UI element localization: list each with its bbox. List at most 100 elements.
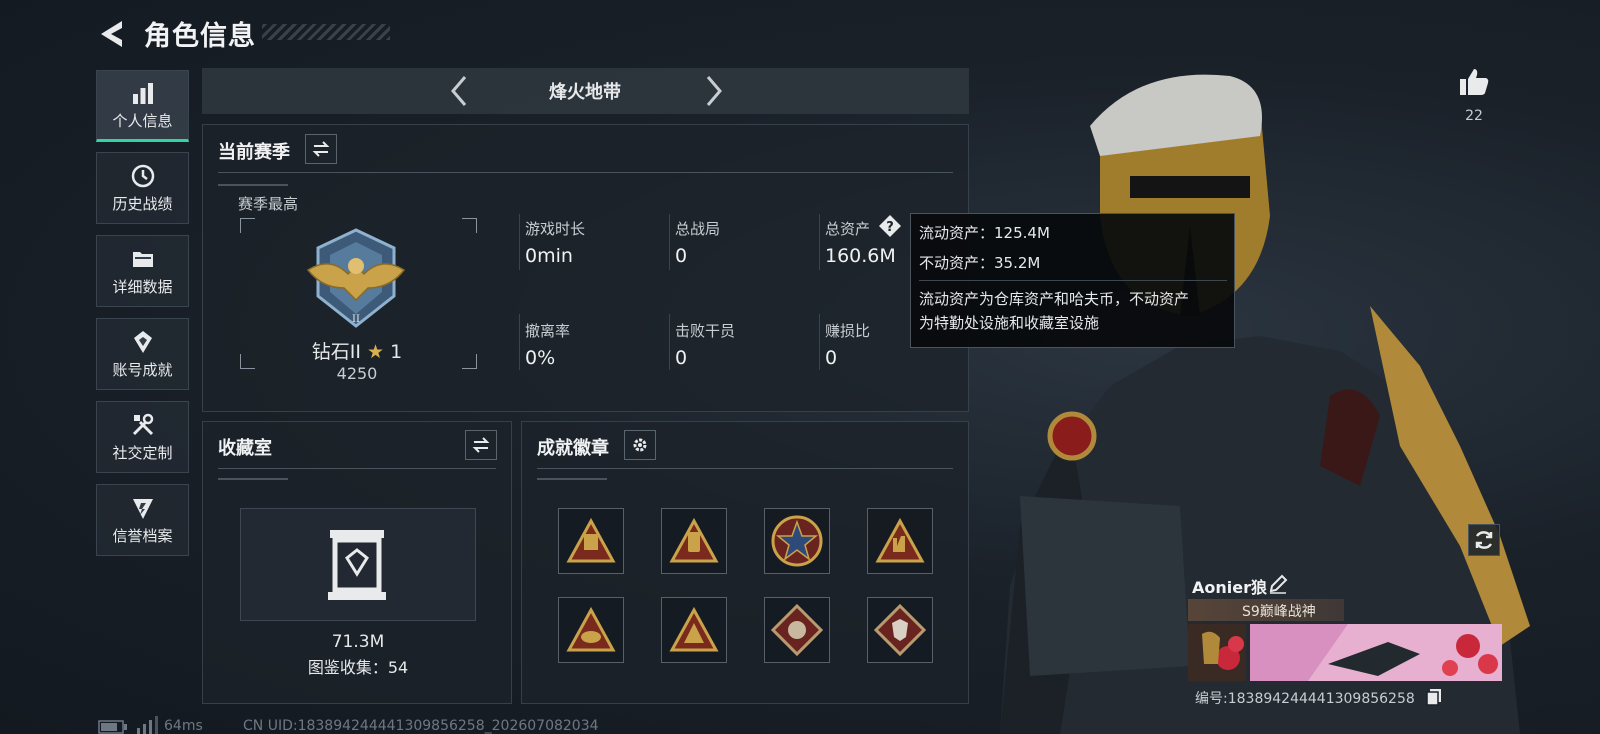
copy-icon[interactable] (1426, 688, 1442, 706)
achievement-badge[interactable] (867, 508, 933, 574)
switch-season-button[interactable] (305, 134, 337, 164)
nav-item-social-custom[interactable]: 社交定制 (96, 401, 189, 473)
stat-extraction-rate-label: 撤离率 (525, 322, 571, 340)
achievement-badge[interactable] (558, 597, 624, 663)
thumbs-up-icon[interactable] (1458, 66, 1490, 98)
achievement-badge[interactable] (764, 597, 830, 663)
tooltip-description-line2: 为特勤处设施和收藏室设施 (919, 314, 1100, 332)
gear-icon (633, 438, 647, 452)
badge-triangle-icon (669, 518, 719, 563)
badge-triangle-icon (566, 518, 616, 563)
frame-corner (240, 354, 255, 369)
rank-score: 4250 (336, 364, 378, 383)
nav-item-detailed-data[interactable]: 详细数据 (96, 235, 189, 307)
stat-playtime-value: 0min (525, 245, 573, 267)
signal-icon (137, 716, 158, 734)
decor-line (218, 184, 288, 186)
achievement-badge[interactable] (558, 508, 624, 574)
stat-separator (819, 314, 820, 370)
page-title: 角色信息 (144, 21, 256, 52)
stat-total-assets-label: 总资产 (825, 220, 871, 238)
stat-separator (669, 214, 670, 270)
achievement-badge[interactable] (764, 508, 830, 574)
assets-help-icon[interactable]: ? (878, 214, 902, 238)
collection-divider (218, 468, 496, 469)
stat-separator (669, 314, 670, 370)
battery-icon (98, 720, 127, 734)
tooltip-description-line1: 流动资产为仓库资产和哈夫币，不动资产 (919, 290, 1190, 308)
stat-extraction-rate-value: 0% (525, 347, 556, 369)
back-arrow-icon[interactable] (96, 18, 126, 50)
rank-star-icon: ★ (367, 341, 385, 363)
collection-index: 图鉴收集：54 (307, 658, 409, 677)
achievement-badge[interactable] (661, 597, 727, 663)
title-decoration (262, 24, 390, 40)
tooltip-fixed-assets: 不动资产：35.2M (919, 254, 1041, 272)
mode-title: 烽火地带 (549, 82, 621, 103)
badge-triangle-icon (875, 518, 925, 563)
bar-chart-icon (132, 82, 153, 104)
achievement-icon (133, 330, 152, 353)
collection-value: 71.3M (331, 632, 385, 652)
next-mode-arrow-icon[interactable] (700, 74, 726, 108)
stat-separator (519, 314, 520, 370)
stat-total-matches-value: 0 (675, 245, 688, 267)
badge-star-icon (771, 515, 823, 567)
edit-name-icon[interactable] (1268, 574, 1288, 594)
stat-profit-ratio-value: 0 (825, 347, 838, 369)
player-name: Aonier狼 (1192, 578, 1267, 597)
nav-item-achievements[interactable]: 账号成就 (96, 318, 189, 390)
switch-collection-button[interactable] (465, 430, 497, 460)
svg-text:II: II (352, 314, 360, 325)
achievement-badge[interactable] (661, 508, 727, 574)
nav-item-credit-record[interactable]: 信誉档案 (96, 484, 189, 556)
nav-item-personal-info[interactable]: 个人信息 (96, 70, 189, 142)
folder-icon (132, 251, 153, 267)
nav-label: 历史战绩 (112, 194, 173, 213)
credit-icon (132, 498, 153, 519)
history-icon (131, 164, 154, 187)
rank-emblem-icon: II (306, 228, 406, 328)
nav-item-history[interactable]: 历史战绩 (96, 152, 189, 224)
stat-kills-label: 击败干员 (675, 322, 736, 340)
season-best-label: 赛季最高 (238, 195, 299, 213)
stat-separator (519, 214, 520, 270)
refresh-button[interactable] (1468, 524, 1500, 556)
tooltip-divider (919, 280, 1227, 281)
badge-triangle-icon (566, 607, 616, 652)
swap-icon (312, 141, 330, 157)
player-tag: S9巅峰战神 (1242, 604, 1316, 620)
player-id: 编号:1838942444413098562​58 (1195, 691, 1415, 707)
tools-icon (132, 413, 153, 435)
stat-total-assets-value: 160.6M (825, 245, 896, 267)
decor-line (537, 478, 607, 480)
stat-playtime-label: 游戏时长 (525, 220, 586, 238)
ping-value: 64ms (164, 718, 203, 734)
season-divider (218, 172, 953, 173)
frame-corner (462, 354, 477, 369)
nav-label: 社交定制 (112, 443, 173, 462)
nav-label: 详细数据 (112, 277, 173, 296)
nav-label: 信誉档案 (112, 526, 173, 545)
swap-icon (472, 437, 490, 453)
achievement-badge[interactable] (867, 597, 933, 663)
tooltip-liquid-assets: 流动资产：125.4M (919, 224, 1050, 242)
frame-corner (462, 218, 477, 233)
badge-triangle-icon (669, 607, 719, 652)
stat-total-matches-label: 总战局 (675, 220, 721, 238)
badge-diamond-icon (873, 603, 927, 657)
nav-label: 个人信息 (112, 111, 173, 130)
player-banner-image (1188, 624, 1502, 681)
achievements-settings-button[interactable] (624, 430, 656, 460)
season-title: 当前赛季 (218, 142, 290, 163)
display-case-icon (328, 530, 386, 600)
decor-line (218, 478, 288, 480)
collection-title: 收藏室 (218, 438, 272, 459)
nav-label: 账号成就 (112, 360, 173, 379)
stat-profit-ratio-label: 赚损比 (825, 322, 871, 340)
stat-kills-value: 0 (675, 347, 688, 369)
rank-name: 钻石II (311, 341, 361, 363)
refresh-icon (1475, 531, 1493, 549)
stat-separator (819, 214, 820, 270)
frame-corner (240, 218, 255, 233)
